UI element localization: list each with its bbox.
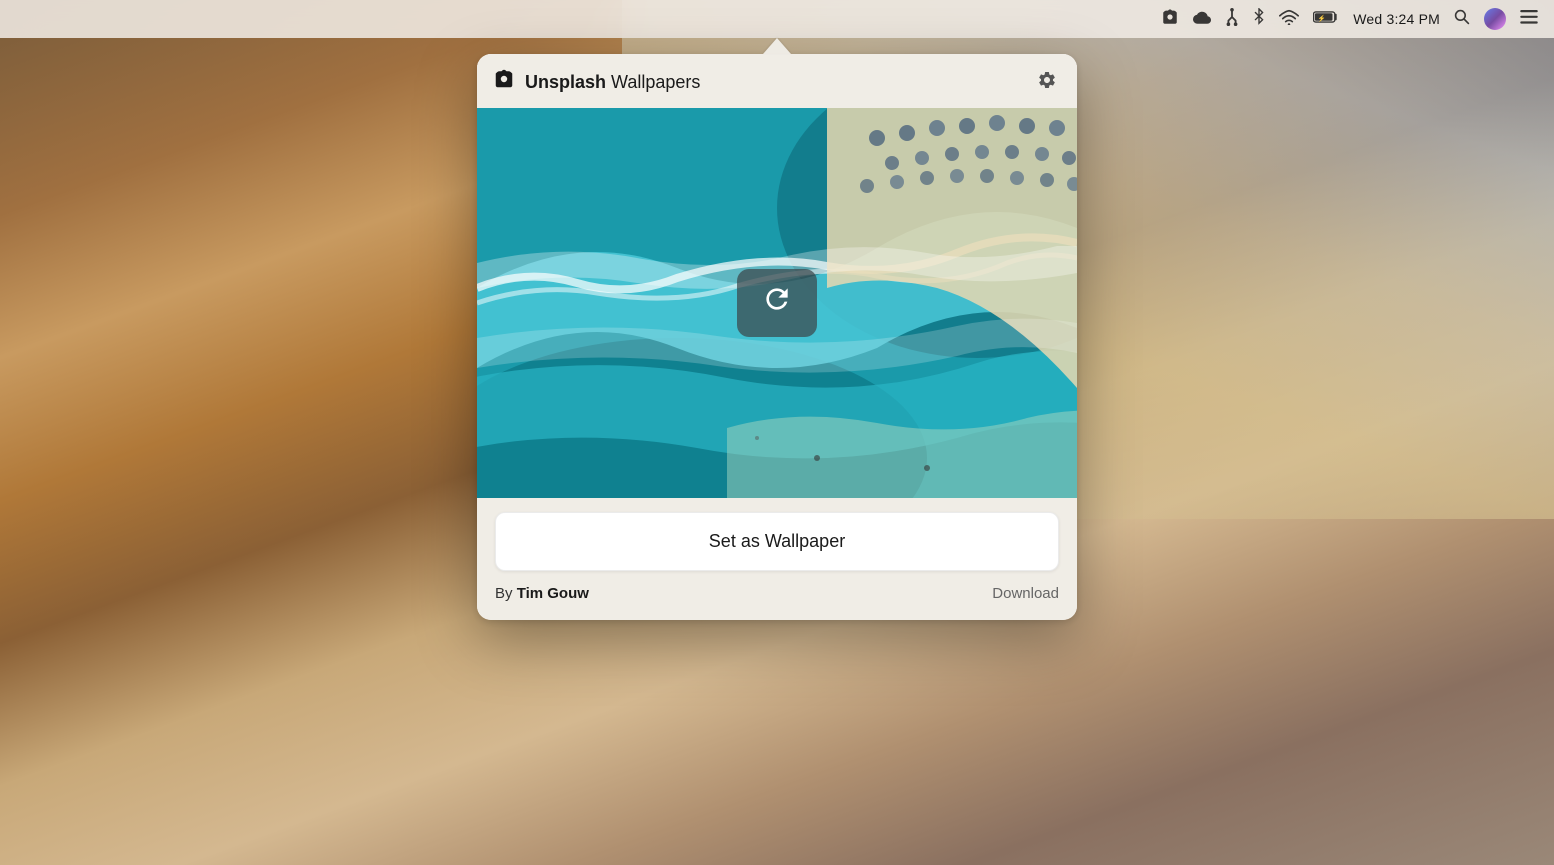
popover-bottom: Set as Wallpaper By Tim Gouw Download	[477, 498, 1077, 620]
cloud-menubar-icon[interactable]	[1193, 10, 1211, 29]
wallpaper-preview	[477, 108, 1077, 498]
camera-menubar-icon[interactable]	[1161, 8, 1179, 31]
search-menubar-icon[interactable]	[1454, 9, 1470, 30]
popover-footer: By Tim Gouw Download	[495, 585, 1059, 602]
menubar-right: ⚡ Wed 3:24 PM	[1161, 8, 1538, 31]
author-label: By Tim Gouw	[495, 585, 589, 602]
bluetooth-menubar-icon[interactable]	[1253, 8, 1265, 31]
menubar: ⚡ Wed 3:24 PM	[0, 0, 1554, 38]
popover-panel: Unsplash Wallpapers	[477, 54, 1077, 620]
app-camera-icon	[493, 68, 515, 96]
popover-header: Unsplash Wallpapers	[477, 54, 1077, 108]
battery-menubar-icon[interactable]: ⚡	[1313, 10, 1339, 29]
set-wallpaper-button[interactable]: Set as Wallpaper	[495, 512, 1059, 571]
menubar-time: Wed 3:24 PM	[1353, 11, 1440, 27]
app-title: Unsplash Wallpapers	[525, 72, 700, 93]
popover-header-left: Unsplash Wallpapers	[493, 68, 700, 96]
settings-button[interactable]	[1035, 68, 1059, 96]
refresh-icon	[761, 283, 793, 323]
fork-menubar-icon[interactable]	[1225, 8, 1239, 31]
download-button[interactable]: Download	[992, 585, 1059, 602]
control-center-menubar-icon[interactable]	[1520, 10, 1538, 29]
popover-arrow	[763, 38, 791, 54]
user-avatar[interactable]	[1484, 8, 1506, 30]
refresh-button[interactable]	[737, 269, 817, 337]
svg-text:⚡: ⚡	[1318, 14, 1326, 22]
wifi-menubar-icon[interactable]	[1279, 9, 1299, 30]
